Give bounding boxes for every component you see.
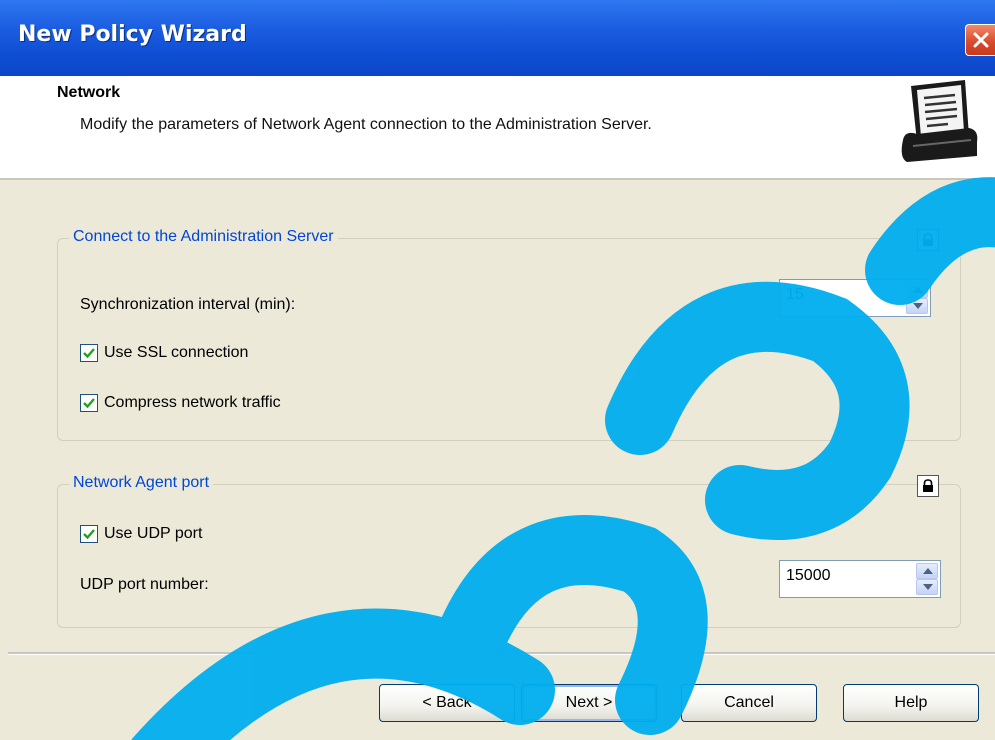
port-group: [57, 484, 961, 628]
udp-port-label: UDP port number:: [80, 576, 209, 593]
wizard-window: New Policy Wizard Network Modify the par…: [0, 0, 995, 740]
close-button[interactable]: [965, 24, 995, 56]
cancel-button[interactable]: Cancel: [681, 684, 817, 722]
close-icon: [973, 32, 989, 48]
help-button[interactable]: Help: [843, 684, 979, 722]
arrow-down-icon: [923, 584, 933, 590]
arrow-up-icon: [923, 568, 933, 574]
spinner-arrows: [906, 282, 928, 314]
checkmark-icon: [83, 348, 95, 359]
port-group-label: Network Agent port: [69, 474, 214, 492]
udp-label[interactable]: Use UDP port: [104, 525, 202, 543]
udp-port-value[interactable]: 15000: [786, 567, 831, 585]
padlock-icon: [923, 479, 933, 492]
sync-interval-spinner[interactable]: 15: [779, 279, 931, 317]
arrow-down-icon: [913, 303, 923, 309]
lock-icon[interactable]: [917, 229, 939, 251]
spin-up-button[interactable]: [916, 563, 938, 579]
page-title: Network: [57, 84, 121, 101]
footer-divider: [8, 652, 995, 655]
next-button[interactable]: Next >: [521, 684, 657, 722]
padlock-icon: [923, 233, 933, 246]
arrow-up-icon: [913, 287, 923, 293]
compress-checkbox[interactable]: [80, 394, 98, 412]
spin-down-button[interactable]: [916, 579, 938, 595]
udp-port-spinner[interactable]: 15000: [779, 560, 941, 598]
spin-up-button[interactable]: [906, 282, 928, 298]
sync-interval-value[interactable]: 15: [786, 286, 804, 304]
ssl-checkbox[interactable]: [80, 344, 98, 362]
ssl-label[interactable]: Use SSL connection: [104, 344, 248, 362]
back-button[interactable]: < Back: [379, 684, 515, 722]
wizard-header: Network Modify the parameters of Network…: [0, 76, 995, 180]
checkmark-icon: [83, 398, 95, 409]
title-bar[interactable]: New Policy Wizard: [0, 0, 995, 76]
spin-down-button[interactable]: [906, 298, 928, 314]
policy-scroll-icon: [893, 76, 983, 164]
sync-interval-label: Synchronization interval (min):: [80, 296, 296, 313]
page-subtitle: Modify the parameters of Network Agent c…: [80, 116, 652, 133]
connect-group-label: Connect to the Administration Server: [69, 228, 338, 246]
lock-icon[interactable]: [917, 475, 939, 497]
compress-label[interactable]: Compress network traffic: [104, 394, 281, 412]
window-title: New Policy Wizard: [18, 22, 247, 47]
udp-checkbox[interactable]: [80, 525, 98, 543]
spinner-arrows: [916, 563, 938, 595]
checkmark-icon: [83, 529, 95, 540]
